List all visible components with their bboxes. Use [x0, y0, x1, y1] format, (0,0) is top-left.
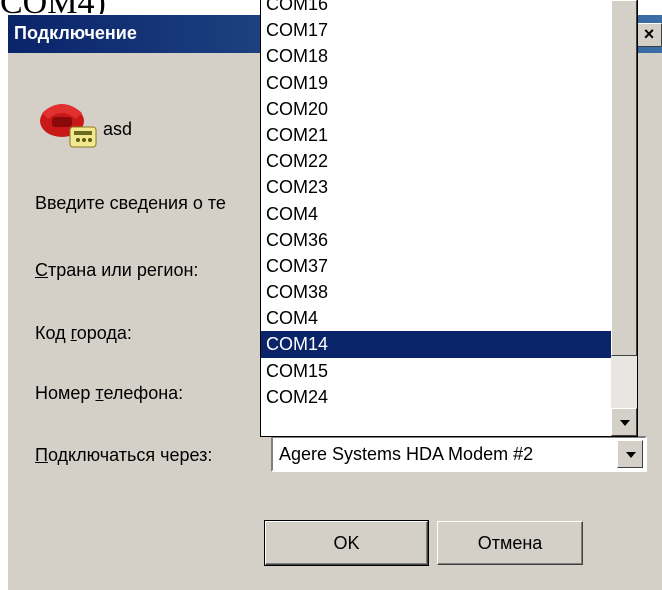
port-options: COM16 COM17 COM18 COM19 COM20 COM21 COM22 COM23… — [261, 0, 611, 410]
port-option[interactable]: COM16 — [261, 0, 611, 17]
connect-via-label-text: одключаться через: — [47, 445, 213, 465]
instruction-text: Введите сведения о те — [35, 193, 226, 213]
phone-number-label: Номер телефона: — [35, 383, 183, 404]
area-code-label: Код города: — [35, 323, 132, 344]
port-dropdown-list[interactable]: COM16 COM17 COM18 COM19 COM20 COM21 COM22 COM23… — [260, 0, 638, 437]
connect-via-value: Agere Systems HDA Modem #2 — [279, 444, 534, 464]
close-button[interactable]: × — [636, 23, 662, 47]
country-label: Страна или регион: — [35, 260, 198, 281]
port-option[interactable]: COM20 — [261, 96, 611, 122]
port-option[interactable]: COM19 — [261, 70, 611, 96]
area-code-label-prefix: Код — [35, 323, 71, 343]
country-label-accel: С — [35, 260, 48, 280]
port-option[interactable]: COM4 — [261, 201, 611, 227]
port-option[interactable]: COM23 — [261, 174, 611, 200]
connect-via-label-accel: П — [35, 445, 48, 465]
country-label-text: трана или регион: — [48, 260, 199, 280]
chevron-down-icon — [626, 452, 636, 458]
port-option[interactable]: COM17 — [261, 17, 611, 43]
vertical-scrollbar[interactable] — [611, 0, 637, 436]
port-option[interactable]: COM37 — [261, 253, 611, 279]
close-icon: × — [643, 24, 655, 44]
connection-name: asd — [103, 119, 133, 139]
connect-via-dropdown-button[interactable] — [617, 440, 643, 468]
port-option[interactable]: COM38 — [261, 279, 611, 305]
port-option[interactable]: COM4 — [261, 305, 611, 331]
connect-via-select[interactable]: Agere Systems HDA Modem #2 — [271, 436, 647, 472]
scrollbar-thumb[interactable] — [611, 0, 637, 356]
cancel-button[interactable]: Отмена — [437, 521, 583, 565]
scroll-down-button[interactable] — [611, 408, 637, 436]
port-option[interactable]: COM15 — [261, 358, 611, 384]
phone-label-text: елефона: — [103, 383, 184, 403]
port-option[interactable]: COM21 — [261, 122, 611, 148]
port-option[interactable]: COM36 — [261, 227, 611, 253]
area-code-label-text: орода: — [76, 323, 132, 343]
dialog-title: Подключение — [14, 23, 137, 43]
ok-button[interactable]: OK — [264, 520, 429, 566]
scroll-down-arrow-icon — [620, 420, 630, 426]
port-option[interactable]: COM22 — [261, 148, 611, 174]
phone-label-prefix: Номер — [35, 383, 96, 403]
telephone-icon — [40, 104, 97, 148]
port-option[interactable]: COM18 — [261, 43, 611, 69]
port-option[interactable]: COM24 — [261, 384, 611, 410]
port-option[interactable]: COM14 — [261, 331, 611, 358]
connect-via-label: Подключаться через: — [35, 445, 212, 466]
